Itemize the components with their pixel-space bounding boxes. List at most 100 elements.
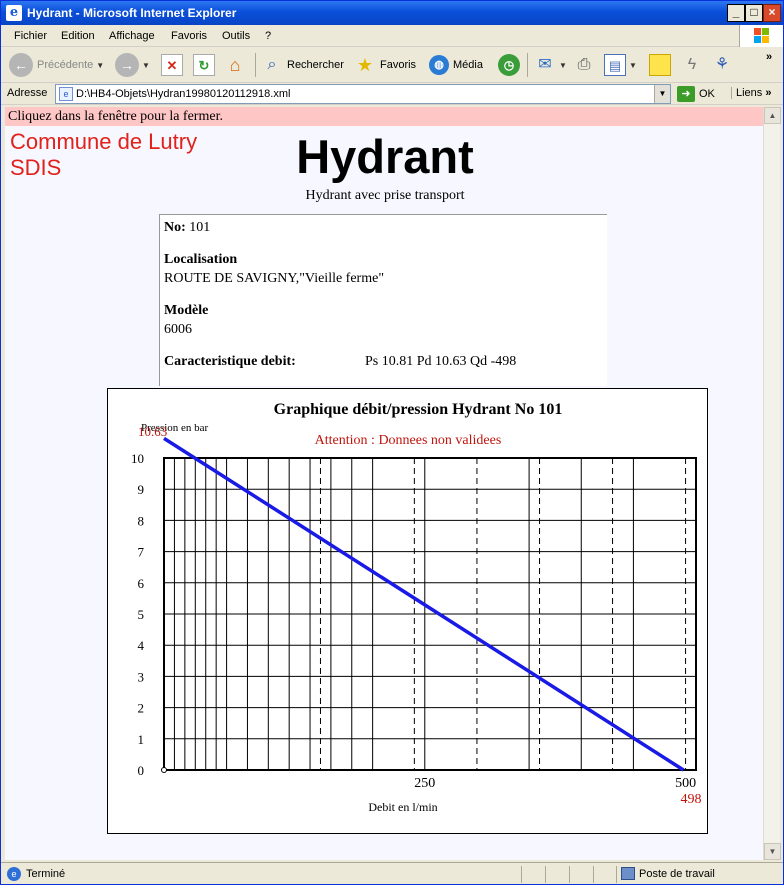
- status-page-icon: e: [7, 867, 21, 881]
- menu-outils[interactable]: Outils: [222, 30, 250, 42]
- y-tick-label: 6: [138, 576, 145, 591]
- modele-label: Modèle: [164, 303, 208, 319]
- messenger-button[interactable]: ϟ: [681, 51, 703, 79]
- close-hint[interactable]: Cliquez dans la fenêtre pour la fermer.: [5, 107, 763, 126]
- menu-favoris[interactable]: Favoris: [171, 30, 207, 42]
- refresh-button[interactable]: ↻: [193, 51, 215, 79]
- dropdown-arrow-icon: ▼: [559, 60, 567, 70]
- links-label[interactable]: Liens »: [731, 87, 771, 99]
- debit-label-text: Caracteristique debit:: [164, 354, 296, 369]
- x-tick-label: 250: [414, 776, 435, 791]
- commune-service: SDIS: [10, 155, 62, 180]
- chart-svg: Graphique débit/pression Hydrant No 101 A…: [131, 401, 702, 814]
- ie-icon: e: [6, 5, 22, 21]
- history-icon: ◷: [498, 54, 520, 76]
- printer-icon: ⎙: [577, 56, 591, 73]
- y-tick-label: 8: [138, 513, 145, 528]
- commune-header: Commune de Lutry SDIS: [10, 129, 197, 181]
- x-end-label: 498: [681, 792, 702, 807]
- menu-bar: Fichier Edition Affichage Favoris Outils…: [1, 25, 783, 47]
- edit-button[interactable]: ▤ ▼: [604, 51, 637, 79]
- dropdown-arrow-icon: ▼: [142, 60, 150, 70]
- forward-button[interactable]: → ▼: [115, 51, 150, 79]
- localisation-label: Localisation: [164, 252, 237, 268]
- vertical-scrollbar[interactable]: ▲ ▼: [763, 107, 781, 860]
- search-label: Rechercher: [287, 59, 344, 71]
- favorites-button[interactable]: ★ Favoris: [354, 51, 416, 79]
- no-label: No:: [164, 220, 186, 235]
- print-button[interactable]: ⎙: [573, 51, 595, 79]
- status-panel: [569, 866, 570, 883]
- info-panel: No: 101 Localisation ROUTE DE SAVIGNY,"V…: [159, 214, 607, 386]
- modele-label-text: Modèle: [164, 303, 209, 318]
- media-label: Média: [453, 59, 483, 71]
- scroll-down-button[interactable]: ▼: [764, 843, 781, 860]
- page-subtitle: Hydrant avec prise transport: [305, 188, 465, 203]
- x-axis-label: Debit en l/min: [368, 800, 437, 814]
- home-button[interactable]: ⌂: [224, 51, 246, 79]
- localisation-value: ROUTE DE SAVIGNY,"Vieille ferme": [164, 271, 385, 286]
- maximize-button[interactable]: □: [745, 4, 763, 22]
- research-icon: ⚘: [714, 56, 730, 73]
- chart-title: Graphique débit/pression Hydrant No 101: [274, 401, 563, 418]
- media-button[interactable]: ◍ Média: [429, 51, 483, 79]
- zone-text: Poste de travail: [639, 868, 715, 880]
- menu-help[interactable]: ?: [265, 30, 271, 42]
- scroll-up-button[interactable]: ▲: [764, 107, 781, 124]
- note-icon: [649, 54, 671, 76]
- messenger-icon: ϟ: [687, 56, 697, 73]
- stop-icon: ✕: [161, 54, 183, 76]
- title-bar[interactable]: e Hydrant - Microsoft Internet Explorer …: [1, 1, 783, 25]
- page-content: Cliquez dans la fenêtre pour la fermer. …: [5, 107, 763, 860]
- chart-warning: Attention : Donnees non validees: [315, 433, 502, 448]
- status-panel: [545, 866, 546, 883]
- toolbar-separator: [527, 53, 528, 77]
- address-label: Adresse: [7, 87, 48, 99]
- status-text: Terminé: [26, 868, 66, 880]
- localisation-label-text: Localisation: [164, 252, 238, 267]
- favorites-label: Favoris: [380, 59, 417, 71]
- toolbar-more-chevron[interactable]: »: [766, 51, 772, 63]
- dropdown-arrow-icon: ▼: [629, 60, 637, 70]
- back-button[interactable]: ← Précédente ▼: [9, 51, 104, 79]
- x-tick-label: 500: [675, 776, 696, 791]
- y-start-label: 10.63: [138, 424, 167, 439]
- menu-edition[interactable]: Edition: [61, 30, 95, 42]
- research-button[interactable]: ⚘: [711, 51, 733, 79]
- windows-logo: [739, 25, 783, 47]
- page-icon: e: [59, 87, 73, 101]
- refresh-icon: ↻: [193, 54, 215, 76]
- y-tick-label: 0: [138, 763, 145, 778]
- window-title: Hydrant - Microsoft Internet Explorer: [27, 6, 237, 20]
- stop-button[interactable]: ✕: [161, 51, 183, 79]
- status-panel: [593, 866, 594, 883]
- go-arrow-icon: ➜: [677, 86, 695, 102]
- no-value: 101: [189, 220, 211, 235]
- go-button[interactable]: ➜ OK: [677, 85, 715, 103]
- address-input[interactable]: e D:\HB4-Objets\Hydran19980120112918.xml…: [55, 84, 671, 104]
- page-title: Hydrant: [296, 130, 474, 183]
- minimize-button[interactable]: _: [727, 4, 745, 22]
- series-line: [163, 436, 685, 772]
- commune-name: Commune de Lutry: [10, 129, 198, 154]
- y-tick-label: 5: [138, 607, 145, 622]
- mail-button[interactable]: ✉ ▼: [534, 51, 567, 79]
- history-button[interactable]: ◷: [498, 51, 520, 79]
- modele-value: 6006: [164, 322, 192, 337]
- edit-page-icon: ▤: [604, 54, 626, 76]
- y-tick-label: 4: [138, 638, 145, 653]
- address-value: D:\HB4-Objets\Hydran19980120112918.xml: [76, 88, 291, 100]
- close-button[interactable]: ×: [763, 4, 781, 22]
- menu-affichage[interactable]: Affichage: [109, 30, 155, 42]
- computer-zone-icon: [621, 867, 635, 880]
- star-icon: ★: [356, 55, 374, 75]
- forward-arrow-icon: →: [115, 53, 139, 77]
- address-dropdown-icon[interactable]: ▼: [654, 85, 670, 103]
- menu-fichier[interactable]: Fichier: [14, 30, 47, 42]
- discuss-button[interactable]: [649, 51, 671, 79]
- back-arrow-icon: ←: [9, 53, 33, 77]
- y-tick-label: 9: [138, 482, 145, 497]
- chart: Graphique débit/pression Hydrant No 101 A…: [107, 388, 708, 834]
- search-button[interactable]: ⌕ Rechercher: [261, 51, 344, 79]
- debit-label: Caracteristique debit:: [164, 354, 296, 370]
